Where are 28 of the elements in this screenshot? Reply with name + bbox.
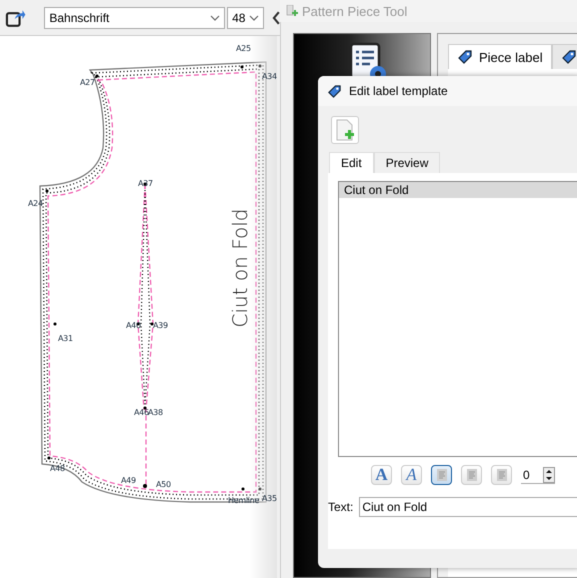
point-label: A27 [80,78,95,87]
point-label: A34 [262,72,277,81]
text-field[interactable]: Ciut on Fold [359,497,577,517]
dialog-title: Edit label template [349,84,448,98]
point-label: A31 [58,334,73,343]
size-dropdown[interactable]: 48 [227,6,264,28]
point-label: A38 [148,408,163,417]
point-label: Hemline [228,496,260,505]
point-label: A40 [126,321,141,330]
point-label: A48 [50,464,65,473]
point-label: A49 [121,476,136,485]
tab[interactable]: Edit [329,152,374,173]
bold-button[interactable]: A [371,465,392,485]
point-label: A39 [153,321,168,330]
fold-label: Ciut on Fold [228,208,252,328]
italic-button[interactable]: A [401,465,422,485]
point-label: A50 [156,480,171,489]
list-item[interactable]: Ciut on Fold [339,182,577,198]
tab[interactable]: Preview [374,152,440,173]
point-label: A37 [138,179,153,188]
tab[interactable]: Piece label [448,44,552,69]
spin-box[interactable]: 0 [521,466,555,484]
font-dropdown[interactable]: Bahnschrift [44,6,226,28]
point-label: A46 [134,408,149,417]
point-label: A35 [262,494,277,503]
point-label: A25 [236,44,251,53]
text-label: Text: [328,500,354,514]
window-title: Pattern Piece Tool [302,4,408,18]
